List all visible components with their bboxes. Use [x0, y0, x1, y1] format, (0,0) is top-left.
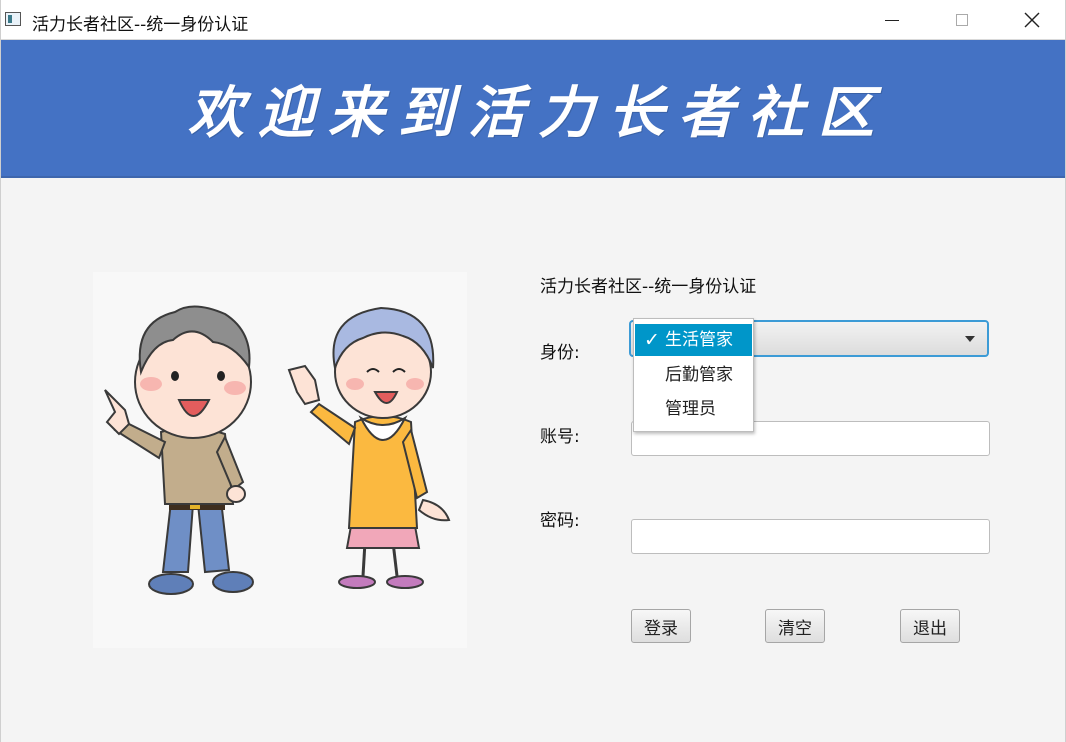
identity-dropdown-list: ✓ 生活管家 后勤管家 管理员: [633, 318, 754, 432]
title-bar[interactable]: 活力长者社区--统一身份认证: [1, 0, 1065, 40]
chevron-down-icon[interactable]: [965, 336, 975, 342]
check-icon: ✓: [644, 329, 660, 351]
app-window: 活力长者社区--统一身份认证 欢迎来到活力长者社区 活力长者社区--统一身份认证…: [0, 0, 1066, 742]
password-label: 密码:: [540, 511, 580, 531]
elderly-couple-image: [104, 305, 451, 595]
clear-button[interactable]: 清空: [765, 609, 825, 643]
login-button[interactable]: 登录: [631, 609, 691, 643]
welcome-banner: 欢迎来到活力长者社区: [1, 40, 1065, 178]
maximize-button[interactable]: [927, 0, 997, 40]
minimize-icon: [885, 19, 899, 21]
form-heading: 活力长者社区--统一身份认证: [540, 277, 757, 297]
option-label: 生活管家: [665, 330, 733, 350]
maximize-icon: [956, 14, 968, 26]
exit-button[interactable]: 退出: [900, 609, 960, 643]
elderly-couple-illustration: [93, 272, 467, 648]
minimize-button[interactable]: [857, 0, 927, 40]
banner-title: 欢迎来到活力长者社区: [188, 79, 888, 146]
window-title: 活力长者社区--统一身份认证: [32, 15, 249, 35]
app-icon: [5, 12, 21, 26]
option-label: 后勤管家: [665, 365, 733, 385]
old-man-figure: [104, 305, 254, 595]
dropdown-option[interactable]: 管理员: [635, 393, 752, 425]
identity-label: 身份:: [540, 343, 580, 363]
close-icon: [1024, 12, 1040, 28]
close-button[interactable]: [997, 0, 1065, 40]
password-input[interactable]: [631, 519, 990, 554]
option-label: 管理员: [665, 399, 716, 419]
account-label: 账号:: [540, 427, 580, 447]
old-woman-figure: [287, 306, 451, 589]
dropdown-option-selected[interactable]: ✓ 生活管家: [635, 324, 752, 356]
dropdown-option[interactable]: 后勤管家: [635, 359, 752, 391]
